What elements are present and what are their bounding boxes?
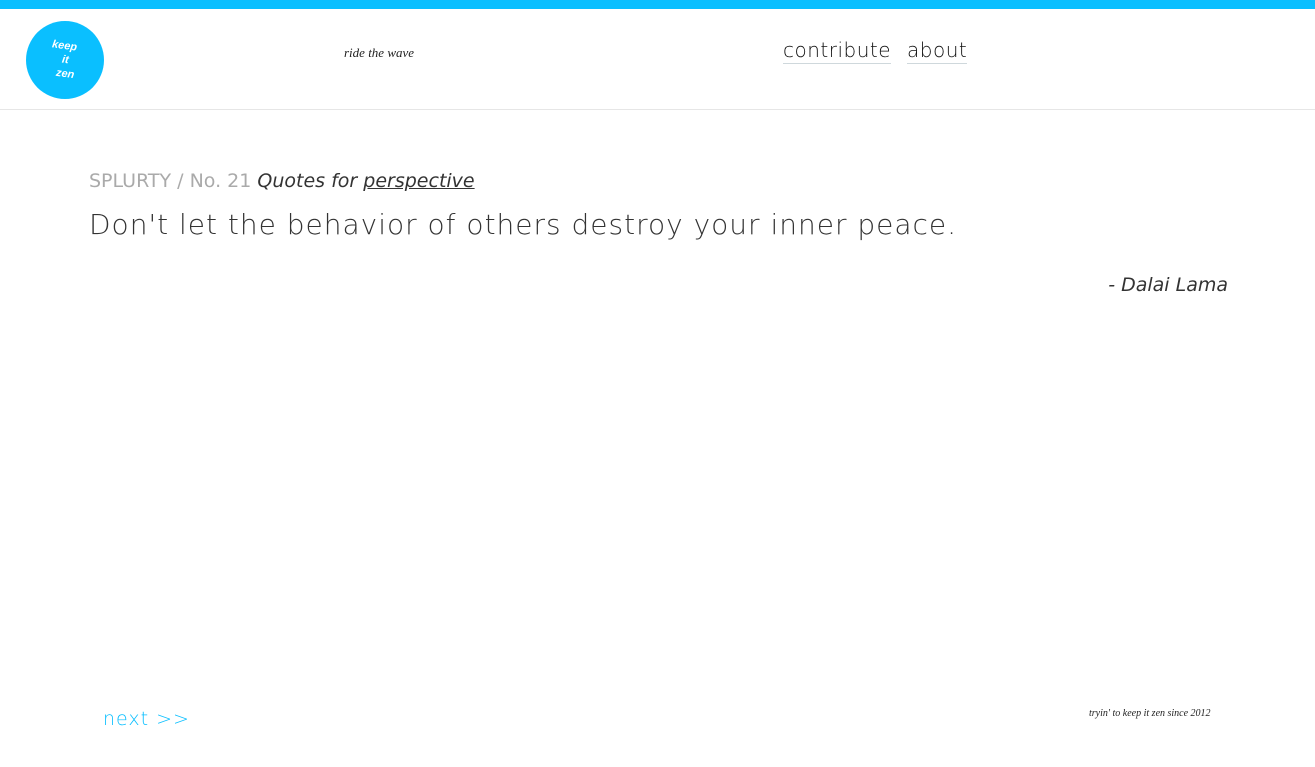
next-link[interactable]: next >>: [103, 708, 190, 730]
nav-contribute-link[interactable]: contribute: [783, 37, 892, 64]
quote-text: Don't let the behavior of others destroy…: [89, 208, 958, 241]
nav-about-link[interactable]: about: [907, 37, 968, 64]
quote-author: - Dalai Lama: [1108, 274, 1228, 296]
breadcrumb-category-link[interactable]: perspective: [363, 170, 474, 192]
breadcrumb-site: SPLURTY: [89, 170, 172, 192]
breadcrumb: SPLURTY / No. 21 Quotes for perspective: [89, 170, 475, 192]
main-nav: contribute about: [783, 37, 968, 64]
site-logo[interactable]: keep it zen: [26, 21, 104, 99]
breadcrumb-number: No. 21: [189, 170, 252, 192]
breadcrumb-separator: /: [171, 170, 190, 192]
site-tagline: ride the wave: [344, 45, 415, 60]
logo-text-line-2: it: [60, 53, 70, 67]
top-accent-bar: [0, 0, 1315, 9]
breadcrumb-quotes-for: Quotes for: [257, 170, 358, 192]
logo-text-line-3: zen: [55, 66, 75, 82]
site-header: keep it zen ride the wave contribute abo…: [0, 9, 1315, 110]
footer-note: tryin' to keep it zen since 2012: [1089, 708, 1211, 719]
